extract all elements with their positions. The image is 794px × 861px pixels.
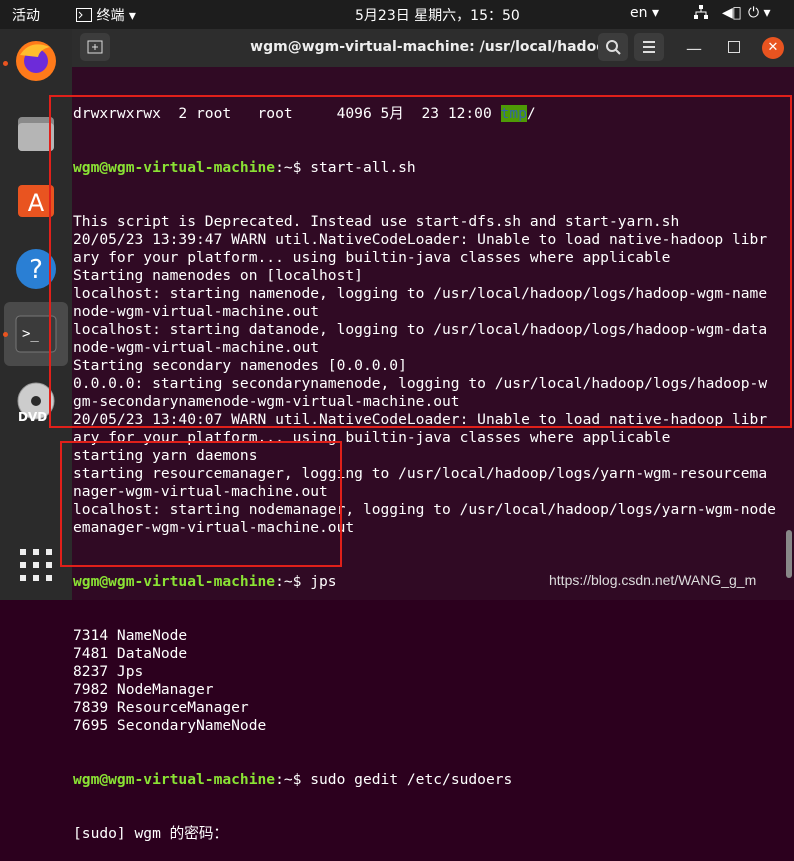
svg-text:?: ? <box>29 255 43 285</box>
network-glyph <box>694 5 708 19</box>
svg-text:A: A <box>28 189 45 217</box>
close-button[interactable]: ✕ <box>762 37 784 59</box>
svg-text:>_: >_ <box>22 326 39 342</box>
svg-text:DVD: DVD <box>18 410 47 424</box>
app-menu[interactable]: 终端 ▾ <box>76 5 136 25</box>
clock[interactable]: 5月23日 星期六，15：50 <box>355 5 520 25</box>
process-line: 7839 ResourceManager <box>73 699 249 716</box>
command-line: wgm@wgm-virtual-machine:~$ sudo gedit /e… <box>73 771 776 789</box>
window-titlebar[interactable]: wgm@wgm-virtual-machine: /usr/local/hado… <box>72 29 794 67</box>
highlight-box-start-all <box>49 95 792 428</box>
prompt-user: wgm@wgm-virtual-machine <box>73 573 276 590</box>
top-bar: 活动 终端 ▾ 5月23日 星期六，15：50 en ▾ ◀ﾞ ⏻ ▾ <box>0 0 794 29</box>
maximize-button[interactable] <box>728 41 740 53</box>
process-line: 8237 Jps <box>73 663 144 680</box>
hamburger-icon <box>643 41 655 53</box>
command-text: sudo gedit /etc/sudoers <box>301 771 513 788</box>
running-indicator <box>3 332 8 337</box>
chevron-down-icon: ▾ <box>128 8 136 24</box>
menu-button[interactable] <box>634 33 664 61</box>
power-icon[interactable]: ⏻ ▾ <box>748 5 771 21</box>
search-button[interactable] <box>598 33 628 61</box>
sudo-prompt-line: [sudo] wgm 的密码： <box>73 825 229 842</box>
activities-button[interactable]: 活动 <box>12 5 40 25</box>
prompt-user: wgm@wgm-virtual-machine <box>73 771 276 788</box>
highlight-box-jps <box>60 441 342 567</box>
terminal-small-icon <box>76 8 92 22</box>
output-block-jps: 7314 NameNode 7481 DataNode 8237 Jps 7982 N… <box>73 627 776 735</box>
language-label: en <box>630 5 648 21</box>
app-menu-label: 终端 <box>96 8 125 24</box>
scrollbar[interactable] <box>786 530 792 578</box>
show-applications-icon[interactable] <box>18 547 54 583</box>
search-icon <box>606 40 621 55</box>
prompt-path: :~$ <box>275 771 302 788</box>
command-text: jps <box>301 573 337 590</box>
watermark: https://blog.csdn.net/WANG_g_m <box>549 572 757 588</box>
process-line: 7481 DataNode <box>73 645 188 662</box>
minimize-button[interactable]: — <box>686 39 702 58</box>
process-line: 7314 NameNode <box>73 627 188 644</box>
prompt-path: :~$ <box>275 573 302 590</box>
process-line: 7982 NodeManager <box>73 681 214 698</box>
volume-icon[interactable]: ◀ﾞ <box>722 5 741 21</box>
network-icon[interactable] <box>694 5 708 23</box>
chevron-down-icon: ▾ <box>651 5 659 21</box>
language-menu[interactable]: en ▾ <box>630 5 659 21</box>
running-indicator <box>3 61 8 66</box>
firefox-icon[interactable] <box>12 37 60 85</box>
process-line: 7695 SecondaryNameNode <box>73 717 267 734</box>
